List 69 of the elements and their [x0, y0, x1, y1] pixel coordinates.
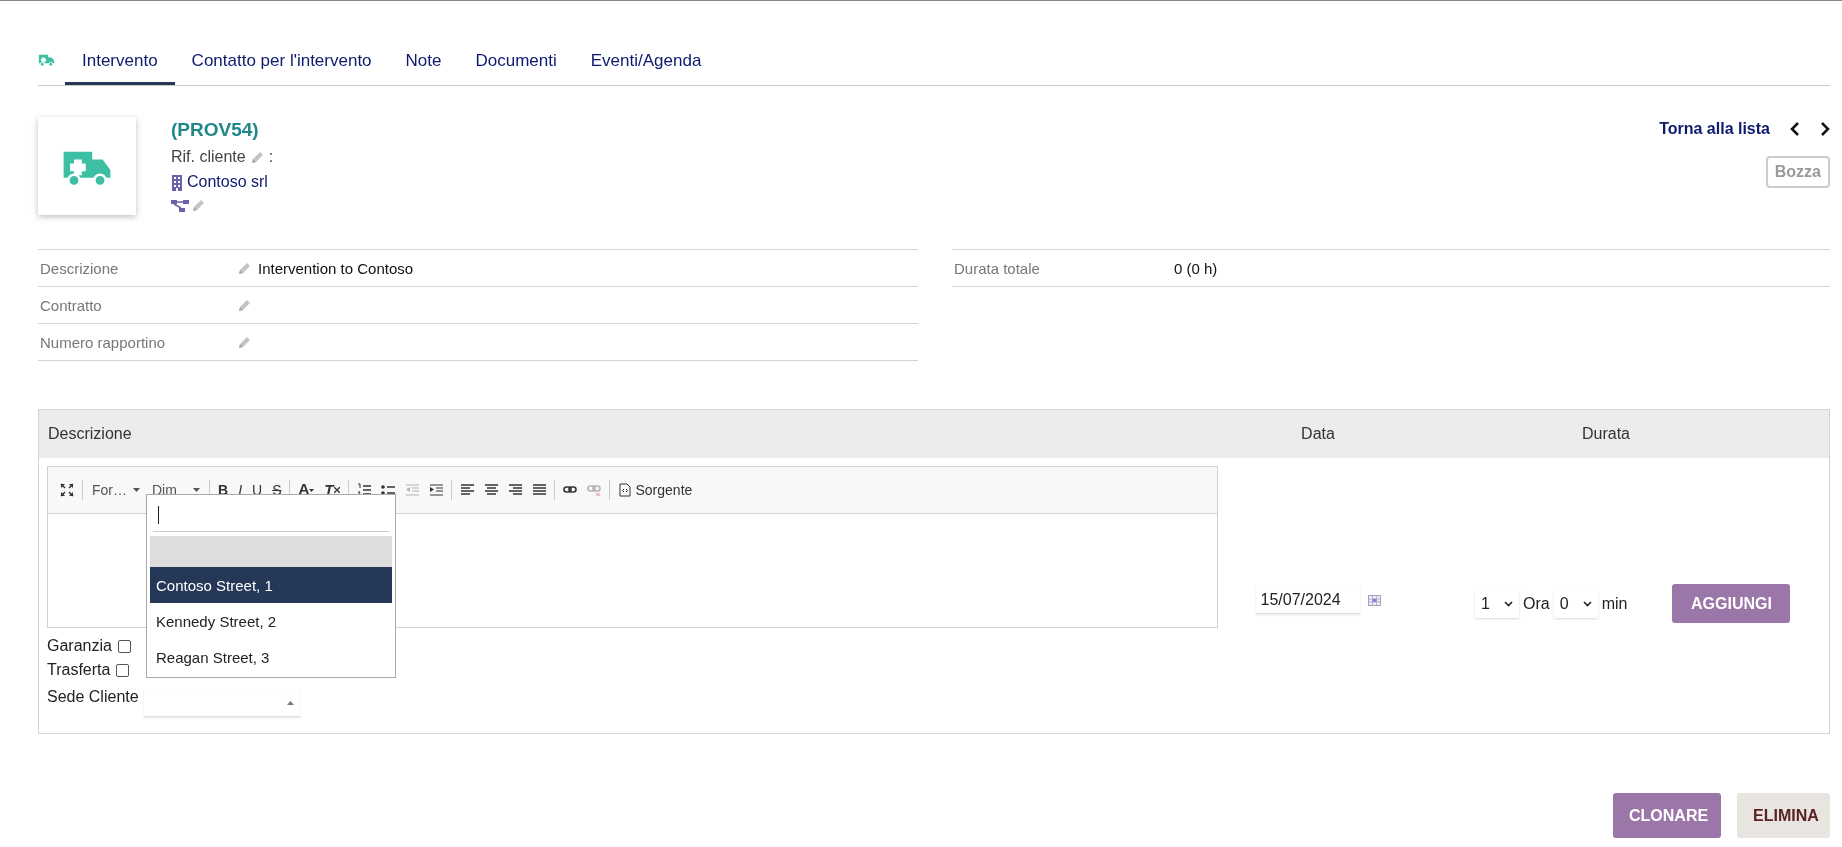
source-icon	[617, 483, 632, 497]
field-label: Rif. cliente	[171, 148, 246, 166]
source-button[interactable]: Sorgente	[612, 478, 698, 502]
unlink-icon	[586, 483, 601, 497]
tab[interactable]: Contatto per l'intervento	[174, 37, 389, 85]
numbered-list-icon	[356, 483, 371, 497]
record-code: (PROV54)	[171, 119, 260, 141]
checkbox[interactable]	[116, 663, 130, 677]
dropdown-option[interactable]: Reagan Street, 3	[150, 639, 392, 675]
caret-up-icon	[286, 700, 294, 705]
indent-icon	[428, 483, 443, 497]
building-icon	[171, 173, 183, 191]
field-value: Intervention to Contoso	[258, 259, 414, 277]
pencil-icon	[237, 260, 252, 276]
justify-icon	[531, 483, 546, 497]
align-left-icon	[459, 483, 474, 497]
field-label: Numero rapportino	[39, 333, 167, 351]
delete-button[interactable]: ELIMINA	[1737, 793, 1830, 838]
chevron-right-icon	[1820, 121, 1830, 137]
outdent-icon	[404, 483, 419, 497]
field-label: Descrizione	[39, 259, 120, 277]
format-dropdown[interactable]: For…	[86, 478, 146, 502]
tab[interactable]: Intervento	[65, 37, 175, 85]
remove-icon	[333, 487, 340, 493]
column-header: Descrizione	[48, 425, 132, 443]
status-badge: Bozza	[1765, 156, 1830, 188]
company-link[interactable]: Contoso srl	[187, 173, 268, 191]
tab[interactable]: Eventi/Agenda	[573, 37, 719, 85]
caret-icon	[193, 488, 200, 492]
pencil-icon	[237, 334, 252, 350]
unit-label: Ora	[1523, 595, 1550, 613]
dropdown-label: For…	[92, 482, 127, 498]
pencil-icon	[249, 149, 265, 165]
checkbox[interactable]	[117, 639, 131, 653]
align-center-icon	[483, 483, 498, 497]
checkbox-label: Garanzia	[47, 637, 112, 655]
checkbox-label: Trasferta	[47, 661, 111, 679]
tab[interactable]: Documenti	[458, 37, 574, 85]
add-button[interactable]: AGGIUNGI	[1672, 584, 1791, 623]
caret-icon	[309, 488, 315, 492]
tab[interactable]: Note	[388, 37, 459, 85]
button-label: Sorgente	[635, 482, 693, 498]
chevron-down-icon	[1582, 601, 1592, 607]
field-label: Sede Cliente	[47, 688, 139, 706]
pencil-icon	[191, 198, 206, 213]
column-header: Data	[1301, 425, 1335, 443]
maximize-icon	[60, 483, 74, 497]
hierarchy-icon	[171, 198, 189, 213]
dropdown-option[interactable]: Contoso Street, 1	[150, 567, 392, 603]
date-field[interactable]: 15/07/2024	[1255, 586, 1360, 614]
previous-button[interactable]	[1790, 121, 1800, 137]
caret-icon	[133, 488, 140, 492]
unit-label: min	[1601, 595, 1628, 613]
number-select[interactable]: 0	[1553, 590, 1598, 618]
number-select[interactable]: 1	[1475, 590, 1519, 618]
pencil-icon	[237, 297, 252, 313]
column-header: Durata	[1582, 425, 1630, 443]
field-value: 0 (0 h)	[1174, 259, 1218, 277]
chevron-left-icon	[1790, 121, 1800, 137]
clone-button[interactable]: CLONARE	[1613, 793, 1721, 838]
bulleted-list-icon	[380, 483, 395, 497]
back-link[interactable]: Torna alla lista	[1659, 120, 1770, 138]
field-label: Durata totale	[953, 259, 1041, 277]
separator: :	[268, 148, 274, 166]
calendar-icon	[1367, 594, 1381, 606]
align-right-icon	[507, 483, 522, 497]
next-button[interactable]	[1820, 121, 1830, 137]
field-label: Contratto	[39, 296, 103, 314]
chevron-down-icon	[1504, 601, 1513, 607]
